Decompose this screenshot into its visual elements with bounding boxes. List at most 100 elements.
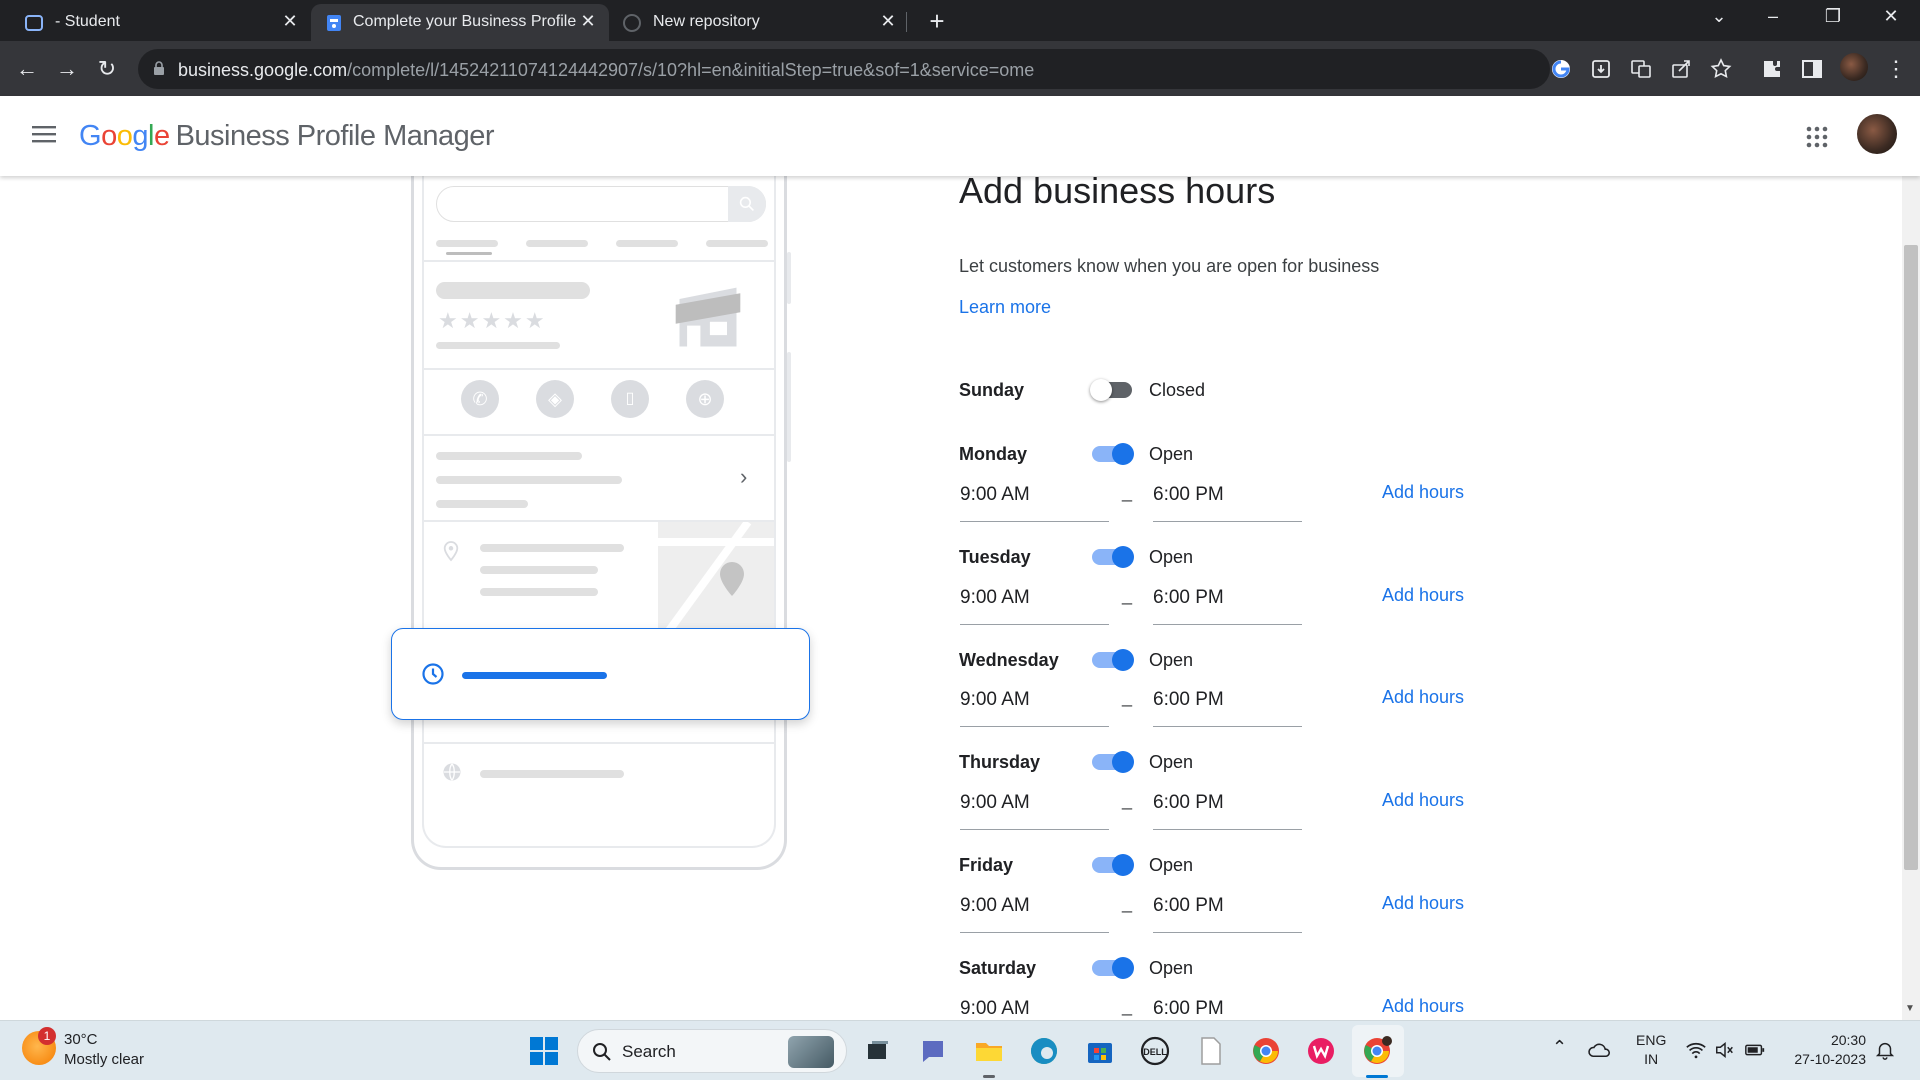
time-separator: _ bbox=[1122, 585, 1133, 605]
monday-open-time[interactable]: 9:00 AM bbox=[960, 484, 1109, 522]
wifi-icon[interactable] bbox=[1685, 1039, 1707, 1061]
monday-open-toggle[interactable] bbox=[1090, 443, 1136, 465]
close-window-button[interactable]: ✕ bbox=[1871, 6, 1911, 27]
teams-chat-icon[interactable] bbox=[917, 1035, 949, 1067]
address-bar[interactable]: business.google.com/complete/l/145242110… bbox=[138, 49, 1550, 89]
close-icon[interactable]: ✕ bbox=[279, 11, 301, 32]
tab-title: - Student bbox=[55, 13, 120, 30]
friday-open-toggle[interactable] bbox=[1090, 854, 1136, 876]
day-label-wednesday: Wednesday bbox=[959, 650, 1059, 670]
learn-more-link[interactable]: Learn more bbox=[959, 297, 1051, 318]
scrollbar-thumb[interactable] bbox=[1904, 245, 1918, 870]
tab-search-icon[interactable]: ⌄ bbox=[1699, 6, 1739, 27]
thursday-close-time[interactable]: 6:00 PM bbox=[1153, 792, 1302, 830]
friday-open-time[interactable]: 9:00 AM bbox=[960, 895, 1109, 933]
tab-business-profile[interactable]: Complete your Business Profile ✕ bbox=[311, 4, 609, 41]
taskbar-search[interactable]: Search bbox=[577, 1029, 847, 1073]
chrome-icon[interactable] bbox=[1250, 1035, 1282, 1067]
google-logo[interactable]: Google Business Profile Manager bbox=[79, 120, 495, 153]
restore-button[interactable]: ❐ bbox=[1813, 6, 1853, 27]
saturday-add-hours-button[interactable]: Add hours bbox=[1382, 996, 1464, 1017]
saturday-close-time[interactable]: 6:00 PM bbox=[1153, 998, 1302, 1020]
placeholder-line bbox=[526, 240, 588, 247]
forward-button[interactable]: → bbox=[53, 55, 81, 83]
wednesday-close-time[interactable]: 6:00 PM bbox=[1153, 689, 1302, 727]
scroll-down-arrow[interactable]: ▼ bbox=[1905, 1003, 1915, 1014]
logo-letter: o bbox=[101, 120, 117, 152]
tab-student[interactable]: - Student ✕ bbox=[0, 4, 305, 41]
wednesday-open-toggle[interactable] bbox=[1090, 649, 1136, 671]
friday-close-time[interactable]: 6:00 PM bbox=[1153, 895, 1302, 933]
saturday-open-toggle[interactable] bbox=[1090, 957, 1136, 979]
apps-grid-icon[interactable] bbox=[1806, 126, 1828, 148]
notifications-bell-icon[interactable] bbox=[1874, 1039, 1896, 1061]
tab-new-repository[interactable]: New repository ✕ bbox=[612, 4, 907, 41]
side-panel-icon[interactable] bbox=[1800, 57, 1824, 81]
sunday-open-toggle[interactable] bbox=[1090, 379, 1136, 401]
tab-title: Complete your Business Profile bbox=[353, 13, 577, 30]
search-icon bbox=[593, 1043, 611, 1061]
wps-office-icon[interactable] bbox=[1305, 1035, 1337, 1067]
day-label-tuesday: Tuesday bbox=[959, 547, 1031, 567]
new-tab-button[interactable]: + bbox=[922, 6, 952, 37]
document-icon[interactable] bbox=[1194, 1035, 1226, 1067]
wednesday-status: Open bbox=[1149, 650, 1194, 670]
close-icon[interactable]: ✕ bbox=[877, 11, 899, 32]
dell-icon[interactable]: DELL bbox=[1139, 1035, 1171, 1067]
thursday-open-toggle[interactable] bbox=[1090, 751, 1136, 773]
tuesday-add-hours-button[interactable]: Add hours bbox=[1382, 585, 1464, 606]
business-profile-icon bbox=[327, 15, 341, 31]
monday-add-hours-button[interactable]: Add hours bbox=[1382, 482, 1464, 503]
thursday-open-time[interactable]: 9:00 AM bbox=[960, 792, 1109, 830]
placeholder-line bbox=[480, 588, 598, 596]
time-separator: _ bbox=[1122, 893, 1133, 913]
wednesday-add-hours-button[interactable]: Add hours bbox=[1382, 687, 1464, 708]
task-view-icon[interactable] bbox=[862, 1035, 894, 1067]
tuesday-close-time[interactable]: 6:00 PM bbox=[1153, 587, 1302, 625]
day-label-friday: Friday bbox=[959, 855, 1014, 875]
time-separator: _ bbox=[1122, 790, 1133, 810]
more-menu-icon[interactable]: ⋮ bbox=[1882, 55, 1910, 83]
extensions-icon[interactable] bbox=[1760, 57, 1784, 81]
minimize-button[interactable]: – bbox=[1753, 6, 1793, 27]
sunday-status: Closed bbox=[1149, 380, 1206, 400]
volume-muted-icon[interactable] bbox=[1714, 1039, 1736, 1061]
product-name: Business Profile Manager bbox=[175, 120, 495, 152]
thursday-add-hours-button[interactable]: Add hours bbox=[1382, 790, 1464, 811]
google-lens-icon[interactable] bbox=[1549, 57, 1573, 81]
reload-button[interactable]: ↻ bbox=[93, 55, 121, 83]
file-explorer-icon[interactable] bbox=[973, 1035, 1005, 1067]
microsoft-store-icon[interactable] bbox=[1084, 1035, 1116, 1067]
chrome-profile-icon[interactable] bbox=[1361, 1035, 1393, 1067]
search-label: Search bbox=[622, 1042, 676, 1061]
back-button[interactable]: ← bbox=[13, 55, 41, 83]
wednesday-open-time[interactable]: 9:00 AM bbox=[960, 689, 1109, 727]
saturday-open-time[interactable]: 9:00 AM bbox=[960, 998, 1109, 1020]
tuesday-open-toggle[interactable] bbox=[1090, 546, 1136, 568]
close-icon[interactable]: ✕ bbox=[577, 11, 599, 32]
tuesday-open-time[interactable]: 9:00 AM bbox=[960, 587, 1109, 625]
monday-close-time[interactable]: 6:00 PM bbox=[1153, 484, 1302, 522]
windows-start-icon[interactable] bbox=[528, 1035, 560, 1067]
language-indicator[interactable]: ENG IN bbox=[1636, 1031, 1666, 1069]
weather-description[interactable]: Mostly clear bbox=[64, 1051, 144, 1068]
system-clock[interactable]: 20:30 27-10-2023 bbox=[1780, 1031, 1866, 1069]
profile-avatar[interactable] bbox=[1840, 53, 1868, 81]
save-action-icon: ▯ bbox=[611, 380, 649, 418]
temperature[interactable]: 30°C bbox=[64, 1031, 98, 1048]
menu-icon[interactable] bbox=[32, 124, 56, 144]
account-avatar[interactable] bbox=[1857, 114, 1897, 154]
battery-icon[interactable] bbox=[1744, 1039, 1766, 1061]
share-icon[interactable] bbox=[1669, 57, 1693, 81]
placeholder-line bbox=[480, 566, 598, 574]
edge-icon[interactable] bbox=[1028, 1035, 1060, 1067]
show-hidden-icons[interactable]: ⌃ bbox=[1552, 1037, 1567, 1058]
install-icon[interactable] bbox=[1589, 57, 1613, 81]
bookmark-star-icon[interactable] bbox=[1709, 57, 1733, 81]
tuesday-status: Open bbox=[1149, 547, 1194, 567]
translate-icon[interactable] bbox=[1629, 57, 1653, 81]
toggle-knob bbox=[1112, 546, 1134, 568]
day-label-monday: Monday bbox=[959, 444, 1028, 464]
friday-add-hours-button[interactable]: Add hours bbox=[1382, 893, 1464, 914]
onedrive-icon[interactable] bbox=[1586, 1037, 1614, 1065]
